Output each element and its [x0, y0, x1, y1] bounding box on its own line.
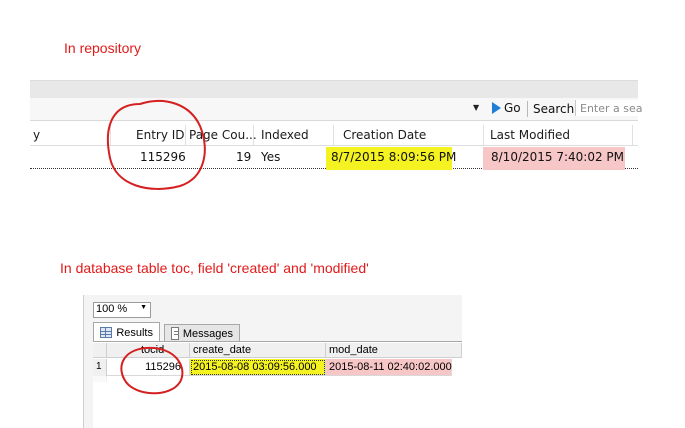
repository-column-header: y Entry ID Page Cou... Indexed Creation …: [30, 125, 638, 146]
tab-messages[interactable]: Messages: [164, 324, 240, 342]
go-button[interactable]: Go: [492, 101, 521, 115]
column-header-indexed[interactable]: Indexed: [261, 128, 309, 142]
chevron-down-icon: ▼: [140, 304, 147, 311]
go-label: Go: [504, 101, 521, 115]
page-count-cell: 19: [236, 150, 252, 164]
column-divider[interactable]: [632, 125, 633, 145]
chevron-down-icon[interactable]: ▼: [473, 103, 479, 112]
play-icon: [492, 102, 501, 114]
column-divider[interactable]: [185, 125, 186, 145]
column-divider[interactable]: [483, 125, 484, 145]
mod-date-cell[interactable]: 2015-08-11 02:40:02.000: [326, 359, 452, 376]
indexed-cell: Yes: [261, 150, 281, 164]
results-grid: tocid create_date mod_date 1 115296 2015…: [93, 341, 462, 428]
tab-messages-label: Messages: [182, 327, 233, 340]
create-date-cell[interactable]: 2015-08-08 03:09:56.000: [190, 359, 326, 376]
column-header-mod-date[interactable]: mod_date: [326, 343, 462, 358]
table-row[interactable]: 115296 19 Yes 8/7/2015 8:09:56 PM 8/10/2…: [30, 146, 638, 170]
column-header-title[interactable]: y: [33, 128, 40, 142]
column-divider[interactable]: [333, 125, 334, 145]
row-number: [93, 376, 107, 382]
repository-heading: In repository: [64, 40, 142, 56]
toolbar-separator: [527, 101, 528, 117]
creation-date-cell: 8/7/2015 8:09:56 PM: [331, 150, 457, 164]
column-header-create-date[interactable]: create_date: [190, 343, 326, 358]
repository-top-bar: [30, 80, 638, 99]
grid-icon: [100, 327, 113, 338]
column-divider[interactable]: [110, 125, 111, 145]
tocid-cell[interactable]: 115296: [107, 359, 190, 376]
search-input[interactable]: [575, 100, 643, 116]
sql-results-panel: 100 % ▼ Results Messages tocid create_da…: [83, 295, 462, 428]
column-header-entry-id[interactable]: Entry ID: [136, 128, 185, 142]
column-header-tocid[interactable]: tocid: [107, 343, 190, 358]
row-number: 1: [93, 359, 107, 376]
column-header-creation-date[interactable]: Creation Date: [343, 128, 426, 142]
zoom-value: 100 %: [96, 303, 128, 315]
entry-id-cell: 115296: [140, 150, 186, 164]
row-number-header[interactable]: [93, 343, 107, 358]
column-header-last-modified[interactable]: Last Modified: [490, 128, 570, 142]
last-modified-cell: 8/10/2015 7:40:02 PM: [491, 150, 625, 164]
column-divider[interactable]: [253, 125, 254, 145]
table-row-partial: [93, 376, 462, 382]
column-header-page-count[interactable]: Page Cou...: [189, 128, 257, 142]
tab-results-label: Results: [116, 326, 153, 339]
tab-results[interactable]: Results: [93, 322, 160, 342]
repository-toolbar: ▼ Go Search:: [30, 98, 643, 121]
messages-icon: [171, 327, 179, 340]
table-row[interactable]: 1 115296 2015-08-08 03:09:56.000 2015-08…: [93, 359, 462, 376]
zoom-select[interactable]: 100 % ▼: [93, 302, 151, 318]
database-heading: In database table toc, field 'created' a…: [60, 260, 369, 276]
search-label: Search:: [533, 102, 579, 116]
